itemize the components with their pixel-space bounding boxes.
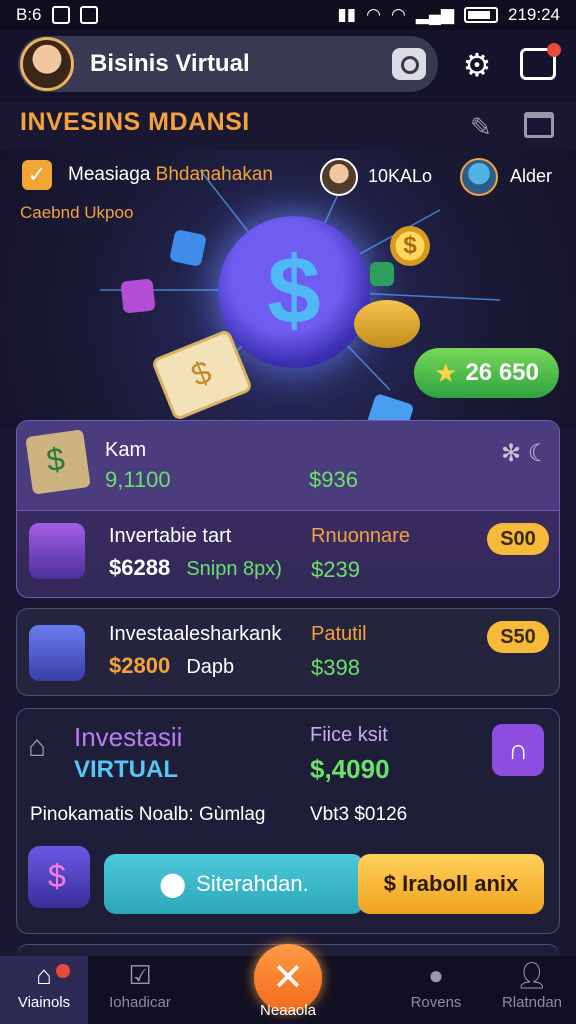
edit-icon[interactable]: ✎ <box>470 112 502 142</box>
user-avatar-2[interactable] <box>460 158 498 196</box>
star-icon: ★ <box>434 357 458 388</box>
wifi-icon-2: ◠ <box>390 5 406 24</box>
vibrate-icon: ▮▮ <box>337 5 357 24</box>
investment-card-kam[interactable]: Kam 9,1100 $936 ✻ ☾ Invertabie tart $628… <box>16 420 560 598</box>
investment-card-2[interactable]: Investaalesharkank $2800 Dapb Patutil $3… <box>16 608 560 696</box>
inv-row-1-price-tag[interactable]: S00 <box>487 523 549 555</box>
home-outline-icon: ⌂ <box>28 730 47 763</box>
coin-stack-icon <box>354 300 420 348</box>
chat-badge <box>547 43 561 57</box>
inv-row-2-value: $2800 <box>109 653 171 678</box>
virtual-right-label: Fiice ksit <box>310 724 388 746</box>
virtual-right-value: $,4090 <box>310 754 390 784</box>
user-label-2: Alder <box>510 166 553 186</box>
activity-message-prefix: Measiaga <box>68 164 151 185</box>
battery-icon <box>464 7 498 23</box>
inv-row-2-title: Investaalesharkank <box>109 623 282 645</box>
status-left: B:6 <box>16 5 98 25</box>
inv-row-2-value-note: Dapb <box>186 656 235 678</box>
user-icon: ● <box>428 960 444 990</box>
location-button[interactable]: ⬤ Siterahdan. <box>104 854 364 914</box>
profile-pill[interactable]: Bisinis Virtual <box>18 36 438 92</box>
checkbox-icon[interactable]: ✓ <box>22 160 52 190</box>
activity-subtext: Caebnd Ukpoo <box>20 203 134 222</box>
virtual-info-right: Vbt3 $0126 <box>310 804 408 825</box>
wifi-icon: ◠ <box>366 5 381 24</box>
status-notification-icon <box>51 6 70 24</box>
location-button-label: Siterahdan. <box>196 871 309 896</box>
inv-row-2-value-line: $2800 Dapb <box>109 653 234 679</box>
user-label-1: 10KALo <box>368 166 433 186</box>
virtual-title-line-1: Investasii <box>74 722 183 752</box>
activity-message: Measiaga Bhdanahakan <box>68 164 273 186</box>
kam-value: 9,1100 <box>105 467 171 492</box>
nav-item-home[interactable]: ⌂ Viainols <box>0 956 88 1024</box>
camera-icon[interactable] <box>392 48 426 80</box>
window-icon[interactable] <box>524 112 554 138</box>
home-icon: ⌂ <box>36 960 52 990</box>
check-icon: ☑ <box>128 960 152 990</box>
coin-icon: $ <box>390 226 430 266</box>
section-title: INVESINS MDANSI <box>20 108 250 136</box>
coin-stack-purple-icon <box>29 523 85 579</box>
signal-icon: ▂▄▆ <box>415 5 454 24</box>
status-time-left: B:6 <box>16 5 42 24</box>
profile-icon: 👤︎ <box>515 960 549 990</box>
buy-button[interactable]: $ Iraboll anix <box>358 854 544 914</box>
card-kam-header: Kam 9,1100 $936 ✻ ☾ <box>17 421 559 511</box>
nav-label-home: Viainols <box>17 994 71 1011</box>
inv-row-1-value-line: $6288 Snipn 8px) <box>109 555 282 581</box>
status-bar: B:6 ▮▮ ◠ ◠ ▂▄▆ 219:24 <box>0 0 576 30</box>
status-time-right: 219:24 <box>508 5 560 24</box>
avatar[interactable] <box>20 37 74 91</box>
nav-item-rovens[interactable]: ● Rovens <box>392 956 480 1024</box>
score-badge[interactable]: ★ 26 650 <box>414 348 559 398</box>
inv-row-2-price-tag[interactable]: S50 <box>487 621 549 653</box>
status-image-icon <box>79 6 98 24</box>
app-title: Bisinis Virtual <box>90 50 250 77</box>
chat-icon[interactable] <box>520 43 561 80</box>
nav-label-center: Neaaola <box>260 1002 316 1019</box>
inv-row-1-title: Invertabie tart <box>109 525 232 547</box>
status-right: ▮▮ ◠ ◠ ▂▄▆ 219:24 <box>337 5 560 25</box>
user-avatar-1[interactable] <box>320 158 358 196</box>
inv-row-2-right-value: $398 <box>311 655 360 680</box>
inv-row-1-right-value: $239 <box>311 557 360 582</box>
nav-item-profile[interactable]: 👤︎ Rlatndan <box>488 956 576 1024</box>
cube-icon-purple <box>120 278 156 314</box>
money-bill-icon <box>25 429 91 495</box>
inv-row-1-value: $6288 <box>109 555 171 580</box>
inv-row-1-value-note: Snipn 8px) <box>186 558 282 580</box>
money-box-icon <box>28 846 90 908</box>
score-value: 26 650 <box>465 359 539 386</box>
coin-stack-blue-icon <box>29 625 85 681</box>
nav-label-profile: Rlatndan <box>501 994 563 1011</box>
nav-label-check: Iohadicar <box>109 994 171 1011</box>
virtual-title-line-2: VIRTUAL <box>74 756 178 783</box>
top-header: Bisinis Virtual ⚙ <box>0 30 576 102</box>
cube-icon-green <box>370 262 394 286</box>
more-icon[interactable]: ✻ ☾ <box>501 439 549 468</box>
dollar-symbol-icon: $ <box>267 237 321 344</box>
nav-badge <box>56 964 70 978</box>
activity-message-accent: Bhdanahakan <box>155 164 273 185</box>
cube-icon-blue <box>169 229 207 267</box>
location-pin-icon: ⬤ <box>159 870 187 898</box>
inv-row-1-right-label: Rnuonnare <box>311 525 410 547</box>
virtual-info-left: Pinokamatis Noalb: Gùmlag <box>30 804 266 825</box>
nav-label-rovens: Rovens <box>410 994 462 1011</box>
kam-label: Kam <box>105 439 147 461</box>
inv-row-2-right-label: Patutil <box>311 623 367 645</box>
nav-item-check[interactable]: ☑ Iohadicar <box>96 956 184 1024</box>
lock-icon[interactable]: ∩ <box>492 724 544 776</box>
gear-icon[interactable]: ⚙ <box>460 48 494 82</box>
kam-right-value: $936 <box>309 467 358 492</box>
